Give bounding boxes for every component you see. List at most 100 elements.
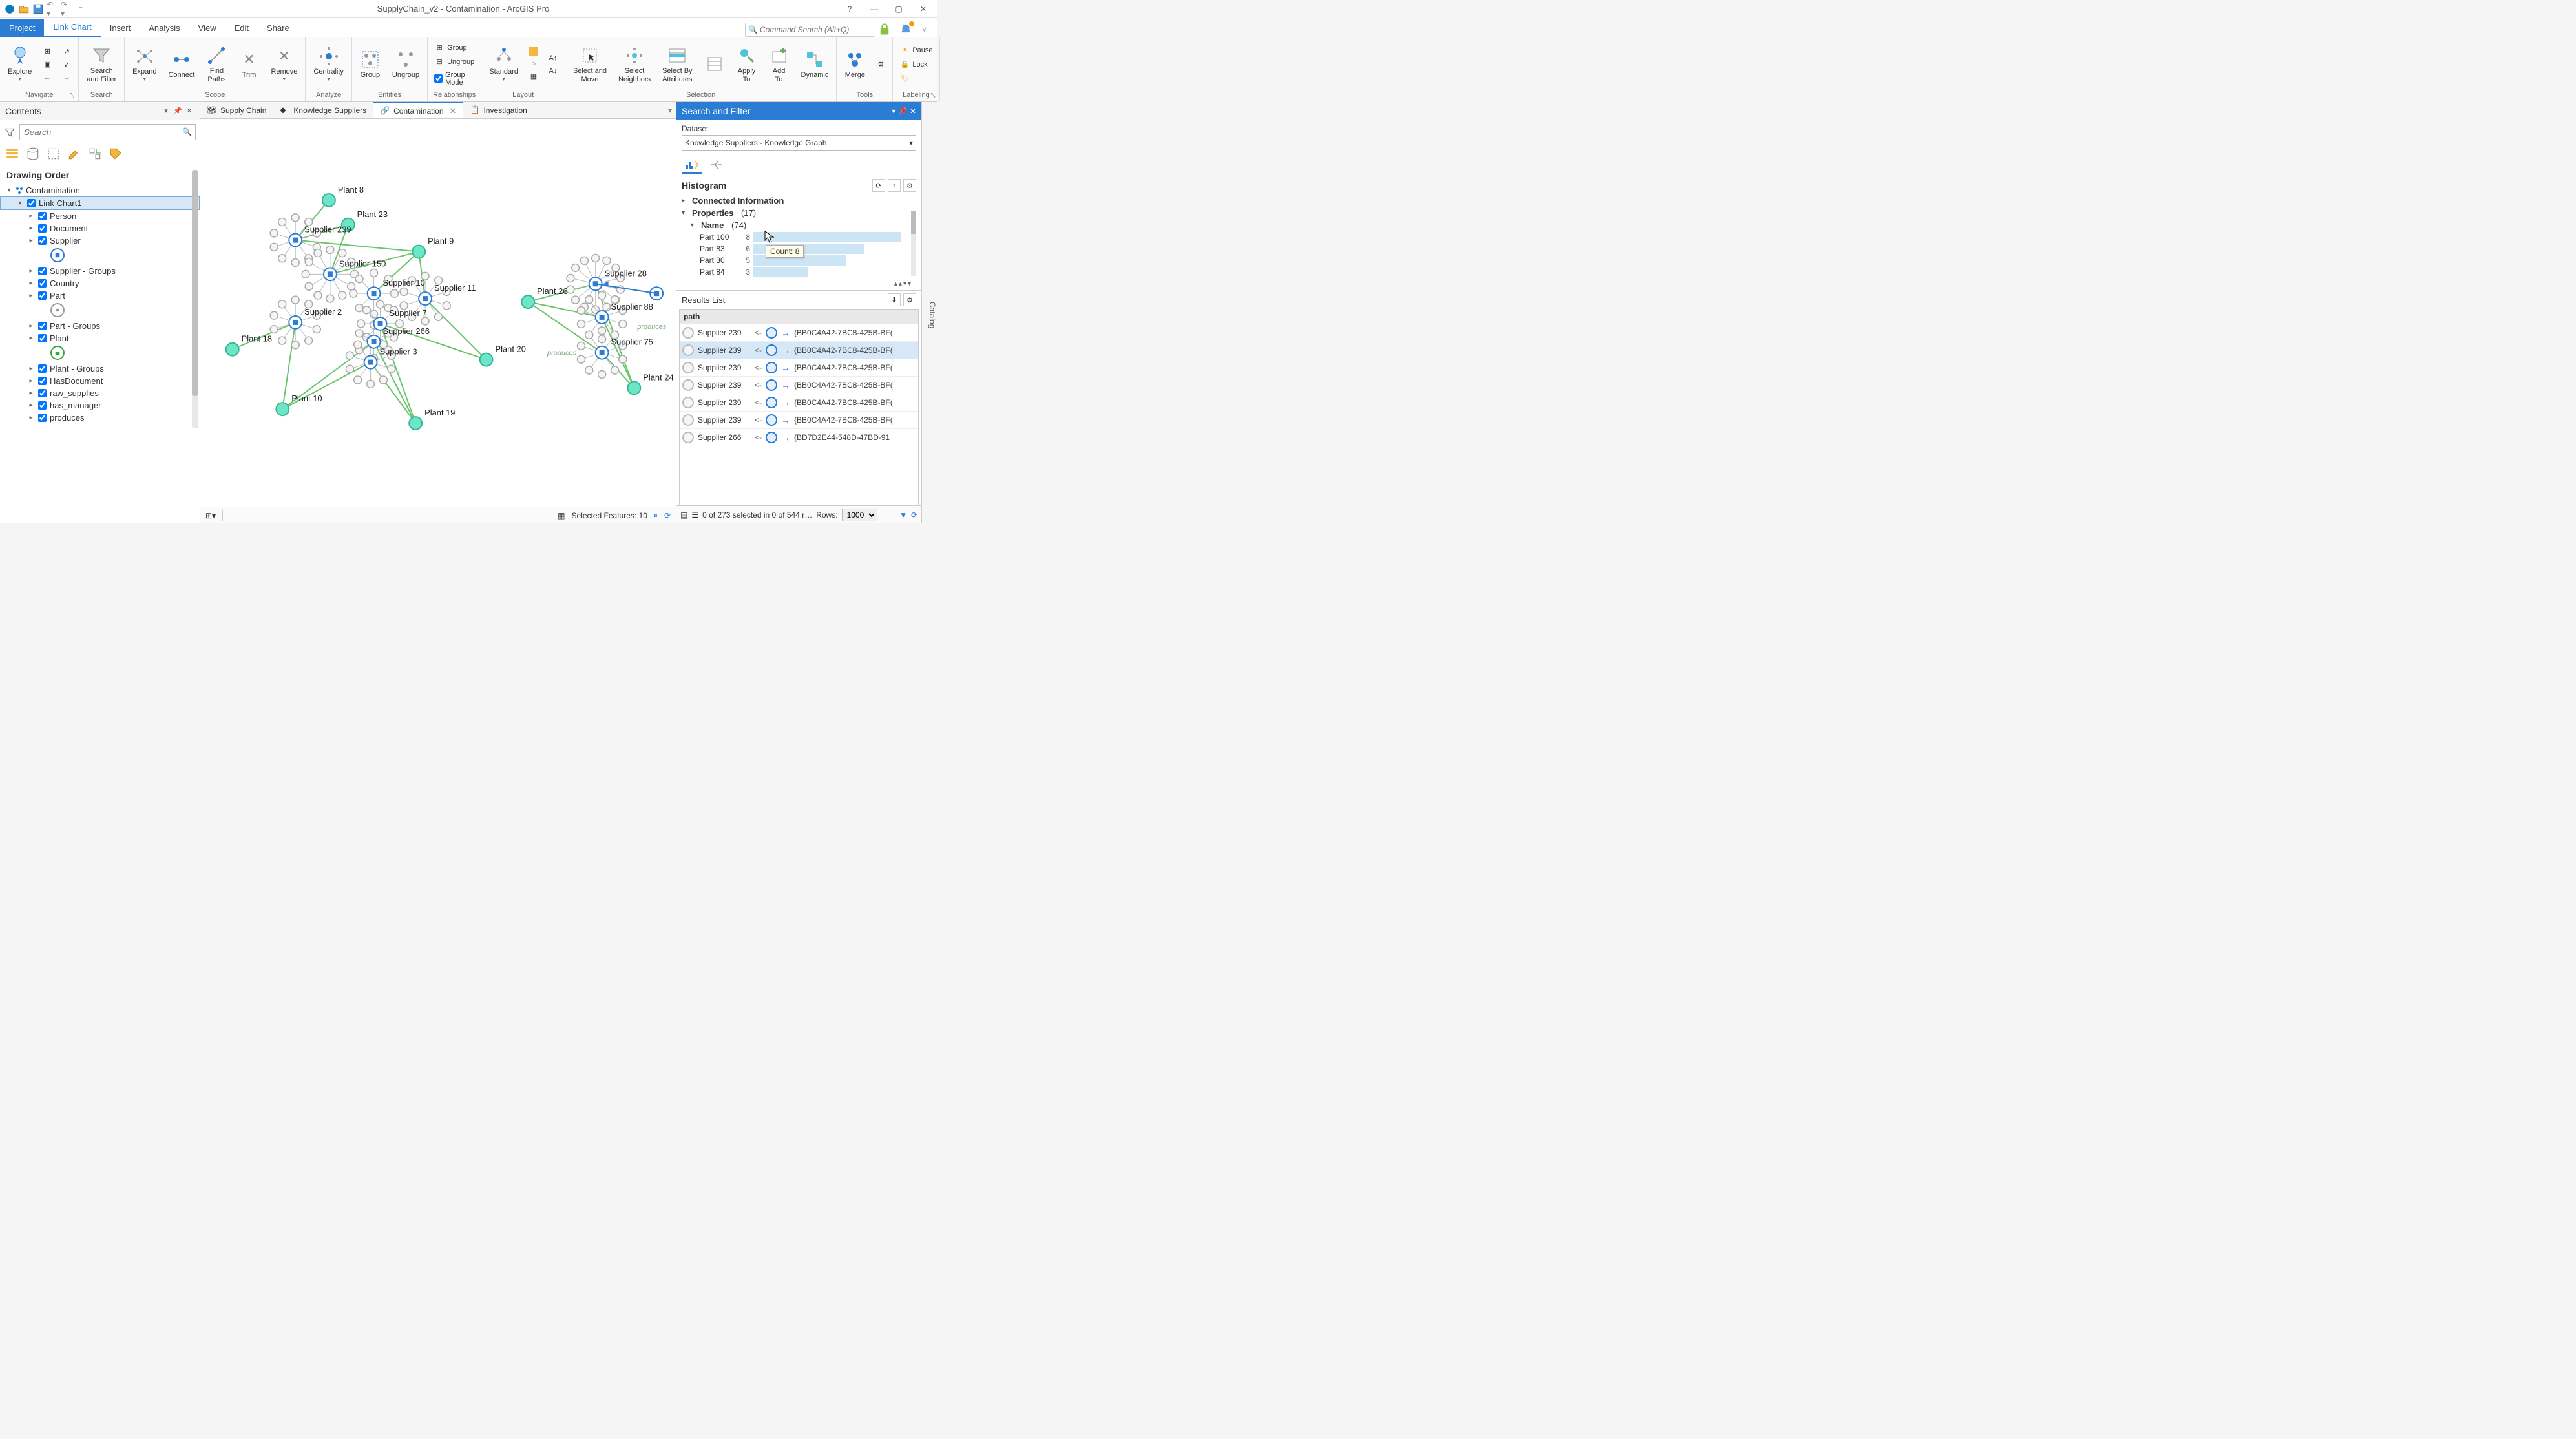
filter-icon[interactable] xyxy=(4,127,16,138)
toc-item[interactable]: ▸HasDocument xyxy=(0,375,200,387)
ungroup-entities-button[interactable]: Ungroup xyxy=(388,48,423,80)
sf-close-icon[interactable]: ✕ xyxy=(910,107,916,116)
search-filter-button[interactable]: Search and Filter xyxy=(83,44,120,84)
list-selection-icon[interactable] xyxy=(47,147,61,161)
sf-menu-icon[interactable]: ▾ xyxy=(892,107,895,116)
close-icon[interactable]: ✕ xyxy=(914,2,933,16)
zoom-sel-button[interactable]: ▣ xyxy=(39,58,55,71)
tab-link-chart[interactable]: Link Chart xyxy=(44,18,100,37)
pause-draw-icon[interactable]: ⏸ xyxy=(654,510,658,520)
tab-share[interactable]: Share xyxy=(258,19,298,37)
next-extent-button[interactable]: → xyxy=(59,71,74,84)
toc-item[interactable]: ▸has_manager xyxy=(0,399,200,412)
footer-filter-icon[interactable]: ▼ xyxy=(899,510,907,520)
pane-close-icon[interactable]: ✕ xyxy=(184,106,194,116)
toc-root[interactable]: ▾Contamination xyxy=(0,184,200,196)
layout-opt3-button[interactable]: ▦ xyxy=(526,70,541,83)
canvas-tab[interactable]: 📋Investigation xyxy=(463,102,534,118)
toc-item[interactable]: ▸raw_supplies xyxy=(0,387,200,399)
add-data-icon[interactable]: ⊞▾ xyxy=(205,511,216,520)
tab-analysis[interactable]: Analysis xyxy=(140,19,189,37)
tab-project[interactable]: Project xyxy=(0,19,44,37)
toc-item[interactable]: ▸Person xyxy=(0,210,200,222)
hist-last-button[interactable]: ▾ xyxy=(908,280,911,288)
tab-view[interactable]: View xyxy=(189,19,225,37)
merge-button[interactable]: Merge xyxy=(841,48,869,80)
connected-info-row[interactable]: ▸Connected Information xyxy=(682,194,916,207)
toc-item[interactable]: ▸Document xyxy=(0,222,200,235)
hist-first-button[interactable]: ▴ xyxy=(894,280,897,288)
tab-edit[interactable]: Edit xyxy=(225,19,258,37)
undo-icon[interactable]: ↶ ▾ xyxy=(47,3,58,15)
tool-opt-button[interactable]: ⚙ xyxy=(873,58,888,71)
expand-button[interactable]: Expand▾ xyxy=(129,45,160,84)
hist-sort-button[interactable]: ↕ xyxy=(888,179,901,192)
layout-opt2-button[interactable]: ○ xyxy=(526,58,541,70)
results-settings-button[interactable]: ⚙ xyxy=(903,293,916,306)
redo-icon[interactable]: ↷ ▾ xyxy=(61,3,72,15)
results-download-button[interactable]: ⬇ xyxy=(888,293,901,306)
footer-refresh-icon[interactable]: ⟳ xyxy=(911,510,917,520)
maximize-icon[interactable]: ▢ xyxy=(889,2,908,16)
minimize-icon[interactable]: — xyxy=(864,2,884,16)
pane-pin-icon[interactable]: 📌 xyxy=(173,106,183,116)
canvas-tab[interactable]: 🗺Supply Chain xyxy=(200,102,273,118)
open-icon[interactable] xyxy=(18,3,30,15)
dataset-dropdown[interactable]: Knowledge Suppliers - Knowledge Graph▾ xyxy=(682,135,916,151)
ribbon-collapse-icon[interactable]: ˅ xyxy=(917,25,932,34)
list-source-icon[interactable] xyxy=(26,147,40,161)
explore-button[interactable]: Explore ▾ xyxy=(4,45,36,84)
select-move-button[interactable]: Select and Move xyxy=(569,44,611,84)
save-icon[interactable] xyxy=(32,3,44,15)
connect-button[interactable]: Connect xyxy=(164,48,198,80)
hist-next-button[interactable]: ▾ xyxy=(903,280,906,288)
list-snap-icon[interactable] xyxy=(88,147,102,161)
help-icon[interactable]: ? xyxy=(840,2,859,16)
zoom-full-button[interactable]: ⊞ xyxy=(39,45,55,58)
toc-item[interactable]: ▸Country xyxy=(0,277,200,289)
navigate-launcher[interactable]: ⤡ xyxy=(70,92,74,99)
centrality-button[interactable]: Centrality▾ xyxy=(309,45,347,84)
select-by-attr-button[interactable]: Select By Attributes xyxy=(658,44,696,84)
label-more-button[interactable]: 🏷 xyxy=(897,72,935,85)
result-row[interactable]: Supplier 239<-→{BB0C4A42-7BC8-425B-BF( xyxy=(680,394,918,412)
layout-opt1-button[interactable] xyxy=(526,46,541,58)
sf-pin-icon[interactable]: 📌 xyxy=(898,107,908,116)
toc-item[interactable]: ▸Part xyxy=(0,289,200,302)
attributes-button[interactable] xyxy=(700,52,729,77)
dynamic-button[interactable]: Dynamic xyxy=(797,48,833,80)
lock-label-button[interactable]: 🔒Lock xyxy=(897,58,935,71)
prev-extent-button[interactable]: ← xyxy=(39,71,55,84)
sf-tab-histogram[interactable] xyxy=(682,157,702,174)
qat-more-icon[interactable]: ⁼ xyxy=(75,3,87,15)
ungroup-rel-button[interactable]: ⊟Ungroup xyxy=(432,56,477,68)
result-row[interactable]: Supplier 239<-→{BB0C4A42-7BC8-425B-BF( xyxy=(680,412,918,429)
pane-menu-icon[interactable]: ▾ xyxy=(161,106,171,116)
group-mode-checkbox[interactable] xyxy=(434,74,443,83)
histogram-bar[interactable]: Part 1008 xyxy=(682,231,916,243)
remove-button[interactable]: ✕Remove▾ xyxy=(267,45,301,84)
tab-insert[interactable]: Insert xyxy=(101,19,140,37)
toc-item[interactable]: ▸Supplier - Groups xyxy=(0,265,200,277)
fixed-zoom-in-button[interactable]: ↗ xyxy=(59,45,74,58)
add-to-button[interactable]: Add To xyxy=(765,44,793,84)
hist-settings-button[interactable]: ⚙ xyxy=(903,179,916,192)
result-row[interactable]: Supplier 239<-→{BB0C4A42-7BC8-425B-BF( xyxy=(680,324,918,342)
contents-search-input[interactable] xyxy=(19,124,196,140)
views-dropdown[interactable]: ▾ xyxy=(664,102,676,118)
apply-to-button[interactable]: Apply To xyxy=(733,44,761,84)
histogram-bar[interactable]: Part 843 xyxy=(682,266,916,278)
signin-icon[interactable] xyxy=(878,23,891,36)
pause-label-button[interactable]: ⏸Pause xyxy=(897,44,935,57)
hist-scrollbar[interactable] xyxy=(911,211,916,276)
toc-item[interactable]: ▸Plant - Groups xyxy=(0,362,200,375)
list-drawing-order-icon[interactable] xyxy=(5,147,19,161)
rows-select[interactable]: 1000 xyxy=(842,509,877,521)
labeling-launcher[interactable]: ⤡ xyxy=(930,92,935,99)
search-icon[interactable]: 🔍 xyxy=(182,127,192,136)
font-dec-button[interactable]: A↓ xyxy=(545,65,561,78)
table-view-icon[interactable]: ▤ xyxy=(680,510,687,520)
contents-scrollbar[interactable] xyxy=(192,170,198,428)
select-neighbors-button[interactable]: Select Neighbors xyxy=(614,44,654,84)
group-mode-button[interactable]: Group Mode xyxy=(432,70,477,88)
